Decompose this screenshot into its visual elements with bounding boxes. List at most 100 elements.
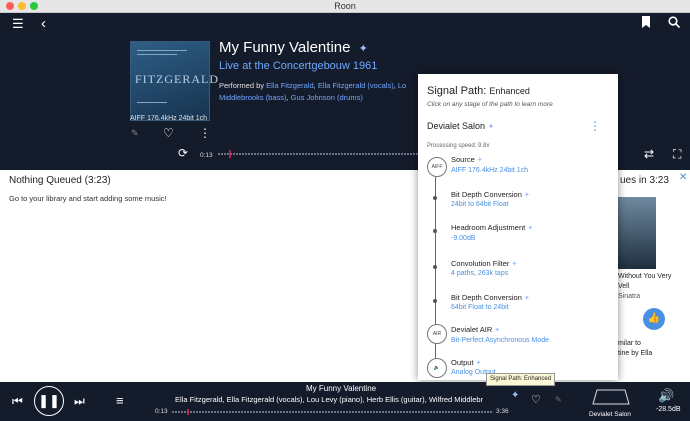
zone-more-icon[interactable]: ⋮ [589, 119, 601, 133]
queue-list-icon[interactable]: ≡ [116, 393, 124, 408]
stage-name[interactable]: Output ✦ [451, 358, 481, 367]
player-artists[interactable]: Ella Fitzgerald, Ella Fitzgerald (vocals… [175, 395, 505, 404]
stage-dot [433, 265, 437, 269]
radio-title: ues in 3:23 [620, 175, 669, 186]
sparkle-icon: ✦ [527, 225, 534, 232]
radio-album-art[interactable] [618, 197, 656, 269]
stage-name-text: Convolution Filter [451, 259, 510, 268]
close-window-button[interactable] [6, 2, 14, 10]
signal-path-title: Signal Path: [427, 85, 487, 97]
album-subtitle[interactable]: Live at the Concertgebouw 1961 [219, 60, 377, 72]
cover-decor-line [137, 50, 187, 51]
rec-title-cont: Vell [618, 283, 630, 290]
stage-detail: 4 paths, 263k taps [451, 270, 509, 277]
stage-detail: 64bit Float to 24bit [451, 304, 509, 311]
heart-icon[interactable]: ♡ [531, 393, 541, 406]
similar-text-cont: tine by Ella [618, 350, 653, 357]
album-title: My Funny Valentine ✦ [219, 39, 368, 56]
speaker-icon: 🔈 [427, 358, 447, 378]
sparkle-icon: ✦ [358, 43, 368, 55]
rec-title[interactable]: Without You Very [618, 273, 671, 280]
sparkle-icon: ✦ [476, 157, 483, 164]
performer-link[interactable]: Lo [398, 81, 406, 90]
sparkle-icon: ✦ [523, 192, 530, 199]
elapsed-time: 0:13 [200, 152, 213, 159]
album-title-text: My Funny Valentine [219, 39, 351, 56]
close-icon[interactable]: ✕ [679, 172, 687, 183]
performer-link[interactable]: Gus Johnson (drums) [291, 93, 363, 102]
performers: Performed by Ella Fitzgerald, Ella Fitzg… [219, 81, 407, 102]
performer-link[interactable]: Middlebrooks (bass) [219, 93, 287, 102]
signal-path-tooltip: Signal Path: Enhanced [486, 373, 556, 386]
sparkle-icon: ✦ [487, 122, 495, 131]
cover-decor-line [137, 54, 177, 55]
pause-button[interactable]: ❚❚ [34, 386, 64, 416]
heart-icon[interactable]: ♡ [163, 126, 174, 140]
album-cover[interactable]: FITZGERALD [130, 41, 218, 121]
zoom-window-button[interactable] [30, 2, 38, 10]
performer-link[interactable]: Ella Fitzgerald [266, 81, 314, 90]
pin-icon[interactable]: ✎ [131, 128, 139, 139]
window-titlebar: Roon [0, 0, 690, 13]
stage-name-text: Source [451, 155, 475, 164]
processing-speed: Processing speed: 9.8x [427, 143, 490, 149]
signal-path-sparkle-icon[interactable]: ✦ [511, 390, 519, 401]
menu-icon[interactable]: ☰ [12, 16, 24, 32]
signal-path-popup: Signal Path: Enhanced Click on any stage… [418, 74, 618, 380]
thumbs-up-button[interactable]: 👍 [643, 308, 665, 330]
player-waveform-seekbar[interactable] [172, 409, 492, 415]
bookmark-icon[interactable] [641, 16, 651, 31]
cover-artist-text: FITZGERALD [135, 72, 219, 86]
fullscreen-icon[interactable]: ⛶ [673, 147, 681, 162]
more-vertical-icon[interactable]: ⋮ [199, 126, 211, 140]
switch-zone-icon[interactable]: ⇄ [644, 147, 654, 161]
stage-dot [433, 229, 437, 233]
pin-icon[interactable]: ✎ [555, 395, 562, 404]
signal-path-quality: Enhanced [489, 86, 530, 96]
back-arrow-icon[interactable]: ‹ [41, 15, 46, 32]
player-bar: ⏮ ❚❚ ⏭ ≡ My Funny Valentine Ella Fitzger… [0, 382, 690, 421]
repeat-icon[interactable]: ⟳ [178, 146, 188, 160]
signal-path-hint: Click on any stage of the path to learn … [427, 101, 553, 108]
zone-name[interactable]: Devialet Salon ✦ [427, 121, 494, 131]
stage-name[interactable]: Convolution Filter ✦ [451, 259, 517, 268]
devialet-device-icon[interactable] [591, 386, 631, 408]
window-title: Roon [334, 1, 356, 11]
stage-name-text: Devialet AIR [451, 325, 493, 334]
stage-dot [433, 196, 437, 200]
air-badge-icon: AIR [427, 324, 447, 344]
stage-name[interactable]: Bit Depth Conversion ✦ [451, 293, 530, 302]
stage-name-text: Headroom Adjustment [451, 223, 526, 232]
stage-name[interactable]: Bit Depth Conversion ✦ [451, 190, 530, 199]
volume-icon[interactable]: 🔊 [658, 388, 674, 404]
stage-detail: 24bit to 64bit Float [451, 201, 509, 208]
player-zone-name[interactable]: Devialet Salon [589, 411, 631, 418]
stage-name[interactable]: Headroom Adjustment ✦ [451, 223, 533, 232]
search-icon[interactable] [668, 16, 681, 31]
stage-name-text: Output [451, 358, 474, 367]
sparkle-icon: ✦ [511, 261, 518, 268]
format-info: AIFF 176.4kHz 24bit 1ch [130, 115, 208, 122]
rec-artist[interactable]: Sinatra [618, 293, 640, 300]
sparkle-icon: ✦ [494, 327, 501, 334]
zone-name-text: Devialet Salon [427, 121, 486, 131]
queue-empty-message: Go to your library and start adding some… [9, 194, 167, 203]
signal-path-heading: Signal Path: Enhanced [427, 85, 530, 97]
waveform-seekbar[interactable] [218, 150, 418, 158]
source-badge-icon: AIFF [427, 157, 447, 177]
player-elapsed: 0:13 [155, 408, 168, 415]
performer-link[interactable]: Ella Fitzgerald (vocals) [318, 81, 394, 90]
minimize-window-button[interactable] [18, 2, 26, 10]
stage-detail: Bit-Perfect Asynchronous Mode [451, 337, 550, 344]
stage-name[interactable]: Source ✦ [451, 155, 483, 164]
sparkle-icon: ✦ [523, 295, 530, 302]
stage-name[interactable]: Devialet AIR ✦ [451, 325, 500, 334]
sparkle-icon: ✦ [475, 360, 482, 367]
player-track-title[interactable]: My Funny Valentine [306, 384, 376, 393]
cover-decor-line [137, 102, 167, 103]
stage-detail: -9.00dB [451, 235, 476, 242]
player-duration: 3:36 [496, 408, 509, 415]
next-track-icon[interactable]: ⏭ [74, 394, 85, 409]
volume-level[interactable]: -28.5dB [656, 406, 681, 413]
previous-track-icon[interactable]: ⏮ [12, 394, 23, 409]
